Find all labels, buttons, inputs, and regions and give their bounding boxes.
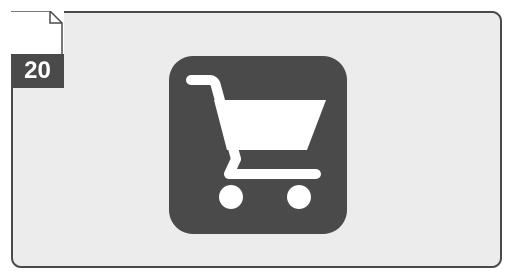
shopping-cart-icon <box>186 75 326 209</box>
page-corner-icon <box>11 11 63 55</box>
page-number-badge: 20 <box>11 54 64 88</box>
cart-icon-tile[interactable] <box>169 56 347 234</box>
